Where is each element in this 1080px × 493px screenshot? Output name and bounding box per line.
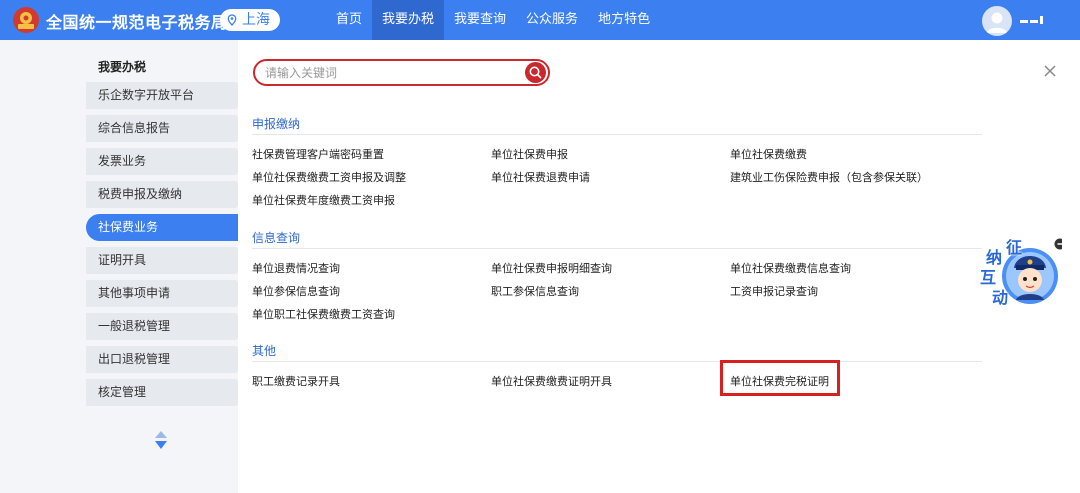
nav-home[interactable]: 首页	[326, 0, 372, 40]
sidebar: 我要办税 乐企数字开放平台 综合信息报告 发票业务税费申报及缴纳 社保费业务证明开具其…	[86, 52, 238, 412]
sidebar-item[interactable]: 其他事项申请	[86, 280, 238, 307]
mascot-char: 动	[992, 288, 1009, 307]
section-divider	[252, 361, 982, 362]
link-employee-wage-query[interactable]: 单位职工社保费缴费工资查询	[252, 306, 395, 322]
nav-public-service[interactable]: 公众服务	[516, 0, 588, 40]
close-icon[interactable]	[1043, 64, 1057, 78]
sidebar-item[interactable]: 证明开具	[86, 247, 238, 274]
link-annual-wage-declare[interactable]: 单位社保费年度缴费工资申报	[252, 192, 395, 208]
sidebar-item[interactable]: 社保费业务	[86, 214, 238, 241]
search-box	[253, 59, 550, 86]
section-title-other: 其他	[252, 344, 277, 358]
sidebar-item[interactable]: 乐企数字开放平台	[86, 82, 238, 109]
link-payment-info-query[interactable]: 单位社保费缴费信息查询	[730, 260, 851, 276]
sidebar-list: 乐企数字开放平台 综合信息报告 发票业务税费申报及缴纳 社保费业务证明开具其他事项申请…	[86, 82, 238, 406]
city-name: 上海	[242, 12, 270, 28]
section-title-query: 信息查询	[252, 231, 301, 245]
interaction-mascot[interactable]: 征 纳 互 动	[976, 238, 1066, 310]
link-employee-insured-query[interactable]: 职工参保信息查询	[491, 283, 579, 299]
sidebar-title: 我要办税	[98, 60, 147, 74]
section-title-declare: 申报缴纳	[252, 117, 301, 131]
link-construction-injury[interactable]: 建筑业工伤保险费申报（包含参保关联）	[730, 169, 928, 185]
menu-icon[interactable]	[1020, 14, 1046, 28]
service-panel: 申报缴纳 社保费管理客户端密码重置 单位社保费申报 单位社保费缴费 单位社保费缴…	[238, 40, 1080, 493]
sidebar-item[interactable]: 发票业务	[86, 148, 238, 175]
tax-emblem-icon	[13, 7, 39, 33]
nav-query[interactable]: 我要查询	[444, 0, 516, 40]
sidebar-item[interactable]: 一般退税管理	[86, 313, 238, 340]
link-unit-payment[interactable]: 单位社保费缴费	[730, 146, 807, 162]
link-password-reset[interactable]: 社保费管理客户端密码重置	[252, 146, 384, 162]
link-wage-record-query[interactable]: 工资申报记录查询	[730, 283, 818, 299]
search-input[interactable]	[265, 65, 515, 81]
user-icon	[987, 12, 1007, 33]
link-unit-insured-query[interactable]: 单位参保信息查询	[252, 283, 340, 299]
mascot-char: 征	[1006, 238, 1023, 257]
search-icon	[529, 66, 542, 79]
link-refund-query[interactable]: 单位退费情况查询	[252, 260, 340, 276]
scroll-arrows-icon[interactable]	[154, 430, 168, 450]
link-declare-detail-query[interactable]: 单位社保费申报明细查询	[491, 260, 612, 276]
link-payment-certificate[interactable]: 单位社保费缴费证明开具	[491, 373, 612, 389]
site-title: 全国统一规范电子税务局	[46, 13, 228, 32]
user-avatar[interactable]	[982, 6, 1012, 36]
section-divider	[252, 134, 982, 135]
link-unit-declare[interactable]: 单位社保费申报	[491, 146, 568, 162]
search-button[interactable]	[525, 62, 546, 83]
link-refund-apply[interactable]: 单位社保费退费申请	[491, 169, 590, 185]
link-employee-payment-record[interactable]: 职工缴费记录开具	[252, 373, 340, 389]
section-divider	[252, 248, 982, 249]
sidebar-item[interactable]: 综合信息报告	[86, 115, 238, 142]
nav-do-tax[interactable]: 我要办税	[372, 0, 445, 40]
highlight-box	[720, 360, 840, 396]
top-bar: 全国统一规范电子税务局 上海 首页 我要办税 我要查询 公众服务 地方特色	[0, 0, 1080, 40]
city-selector[interactable]: 上海	[220, 9, 280, 31]
sidebar-item[interactable]: 出口退税管理	[86, 346, 238, 373]
sidebar-item[interactable]: 税费申报及缴纳	[86, 181, 238, 208]
link-wage-declare-adjust[interactable]: 单位社保费缴费工资申报及调整	[252, 169, 406, 185]
main-nav: 首页 我要办税 我要查询 公众服务 地方特色	[326, 0, 660, 40]
nav-local-feature[interactable]: 地方特色	[588, 0, 660, 40]
sidebar-item[interactable]: 核定管理	[86, 379, 238, 406]
location-pin-icon	[227, 14, 237, 26]
